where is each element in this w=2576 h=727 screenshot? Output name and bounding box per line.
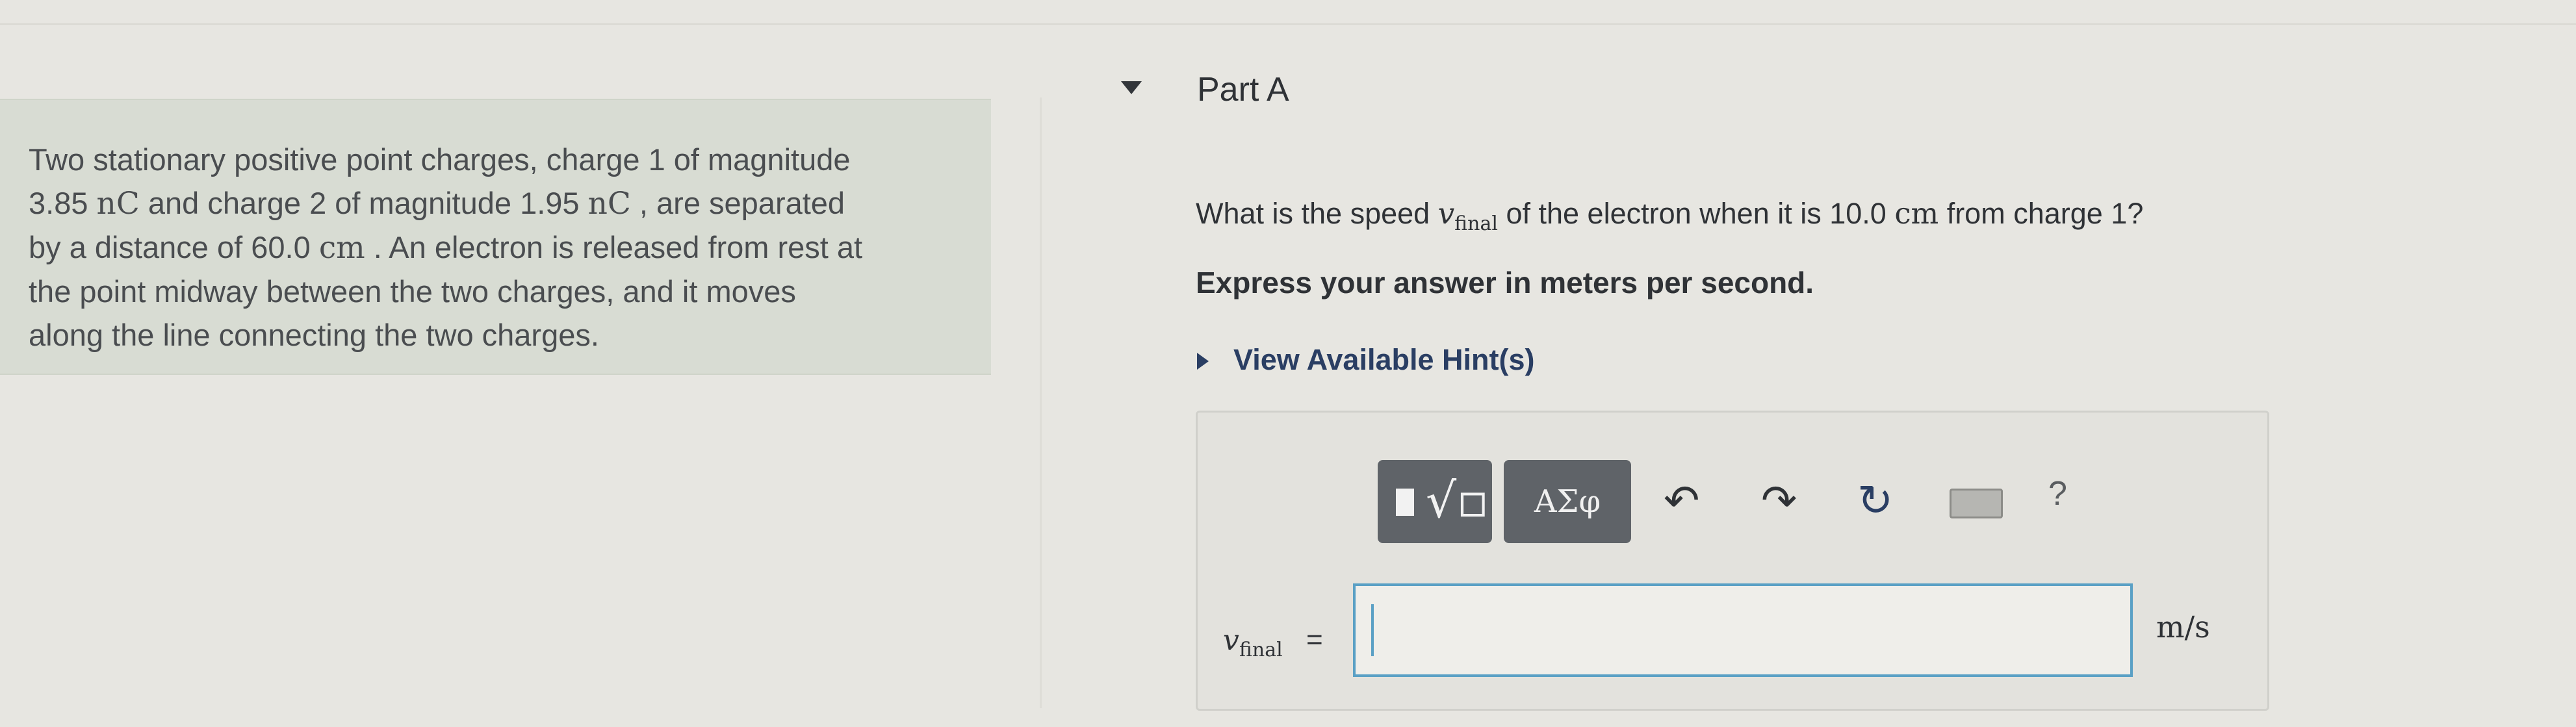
- problem-panel: Two stationary positive point charges, c…: [0, 99, 991, 375]
- problem-line-4: the point midway between the two charges…: [29, 274, 796, 309]
- answer-unit: m/s: [2156, 609, 2210, 644]
- answer-variable-label: vfinal: [1223, 624, 1283, 661]
- answer-instruction: Express your answer in meters per second…: [1196, 266, 1814, 300]
- problem-line-1: Two stationary positive point charges, c…: [29, 142, 851, 177]
- question-text: What is the speed vfinal of the electron…: [1196, 196, 2144, 235]
- templates-button[interactable]: √▫: [1378, 460, 1492, 543]
- keyboard-icon[interactable]: [1950, 489, 2003, 518]
- reset-icon[interactable]: ↻: [1857, 472, 1893, 530]
- problem-line-2: 3.85 nC and charge 2 of magnitude 1.95 n…: [29, 186, 845, 222]
- undo-icon[interactable]: ↶: [1664, 472, 1699, 530]
- part-title[interactable]: Part A: [1197, 70, 1289, 109]
- hint-expand-icon[interactable]: [1197, 353, 1209, 370]
- top-divider: [0, 23, 2576, 25]
- page: Two stationary positive point charges, c…: [0, 0, 2576, 727]
- redo-icon[interactable]: ↷: [1761, 472, 1797, 530]
- problem-text: Two stationary positive point charges, c…: [29, 138, 964, 357]
- problem-line-3: by a distance of 60.0 cm . An electron i…: [29, 230, 863, 266]
- problem-line-5: along the line connecting the two charge…: [29, 318, 599, 352]
- view-hints-link[interactable]: View Available Hint(s): [1233, 343, 1534, 377]
- greek-symbols-button[interactable]: ΑΣφ: [1504, 460, 1631, 543]
- help-button[interactable]: ?: [2048, 474, 2067, 513]
- answer-input[interactable]: [1353, 583, 2133, 677]
- templates-icon: [1396, 489, 1414, 516]
- input-cursor: [1371, 604, 1374, 656]
- radical-icon: √▫: [1426, 473, 1489, 529]
- column-divider: [1040, 97, 1042, 708]
- part-collapse-icon[interactable]: [1121, 81, 1142, 94]
- answer-equals: =: [1306, 624, 1323, 656]
